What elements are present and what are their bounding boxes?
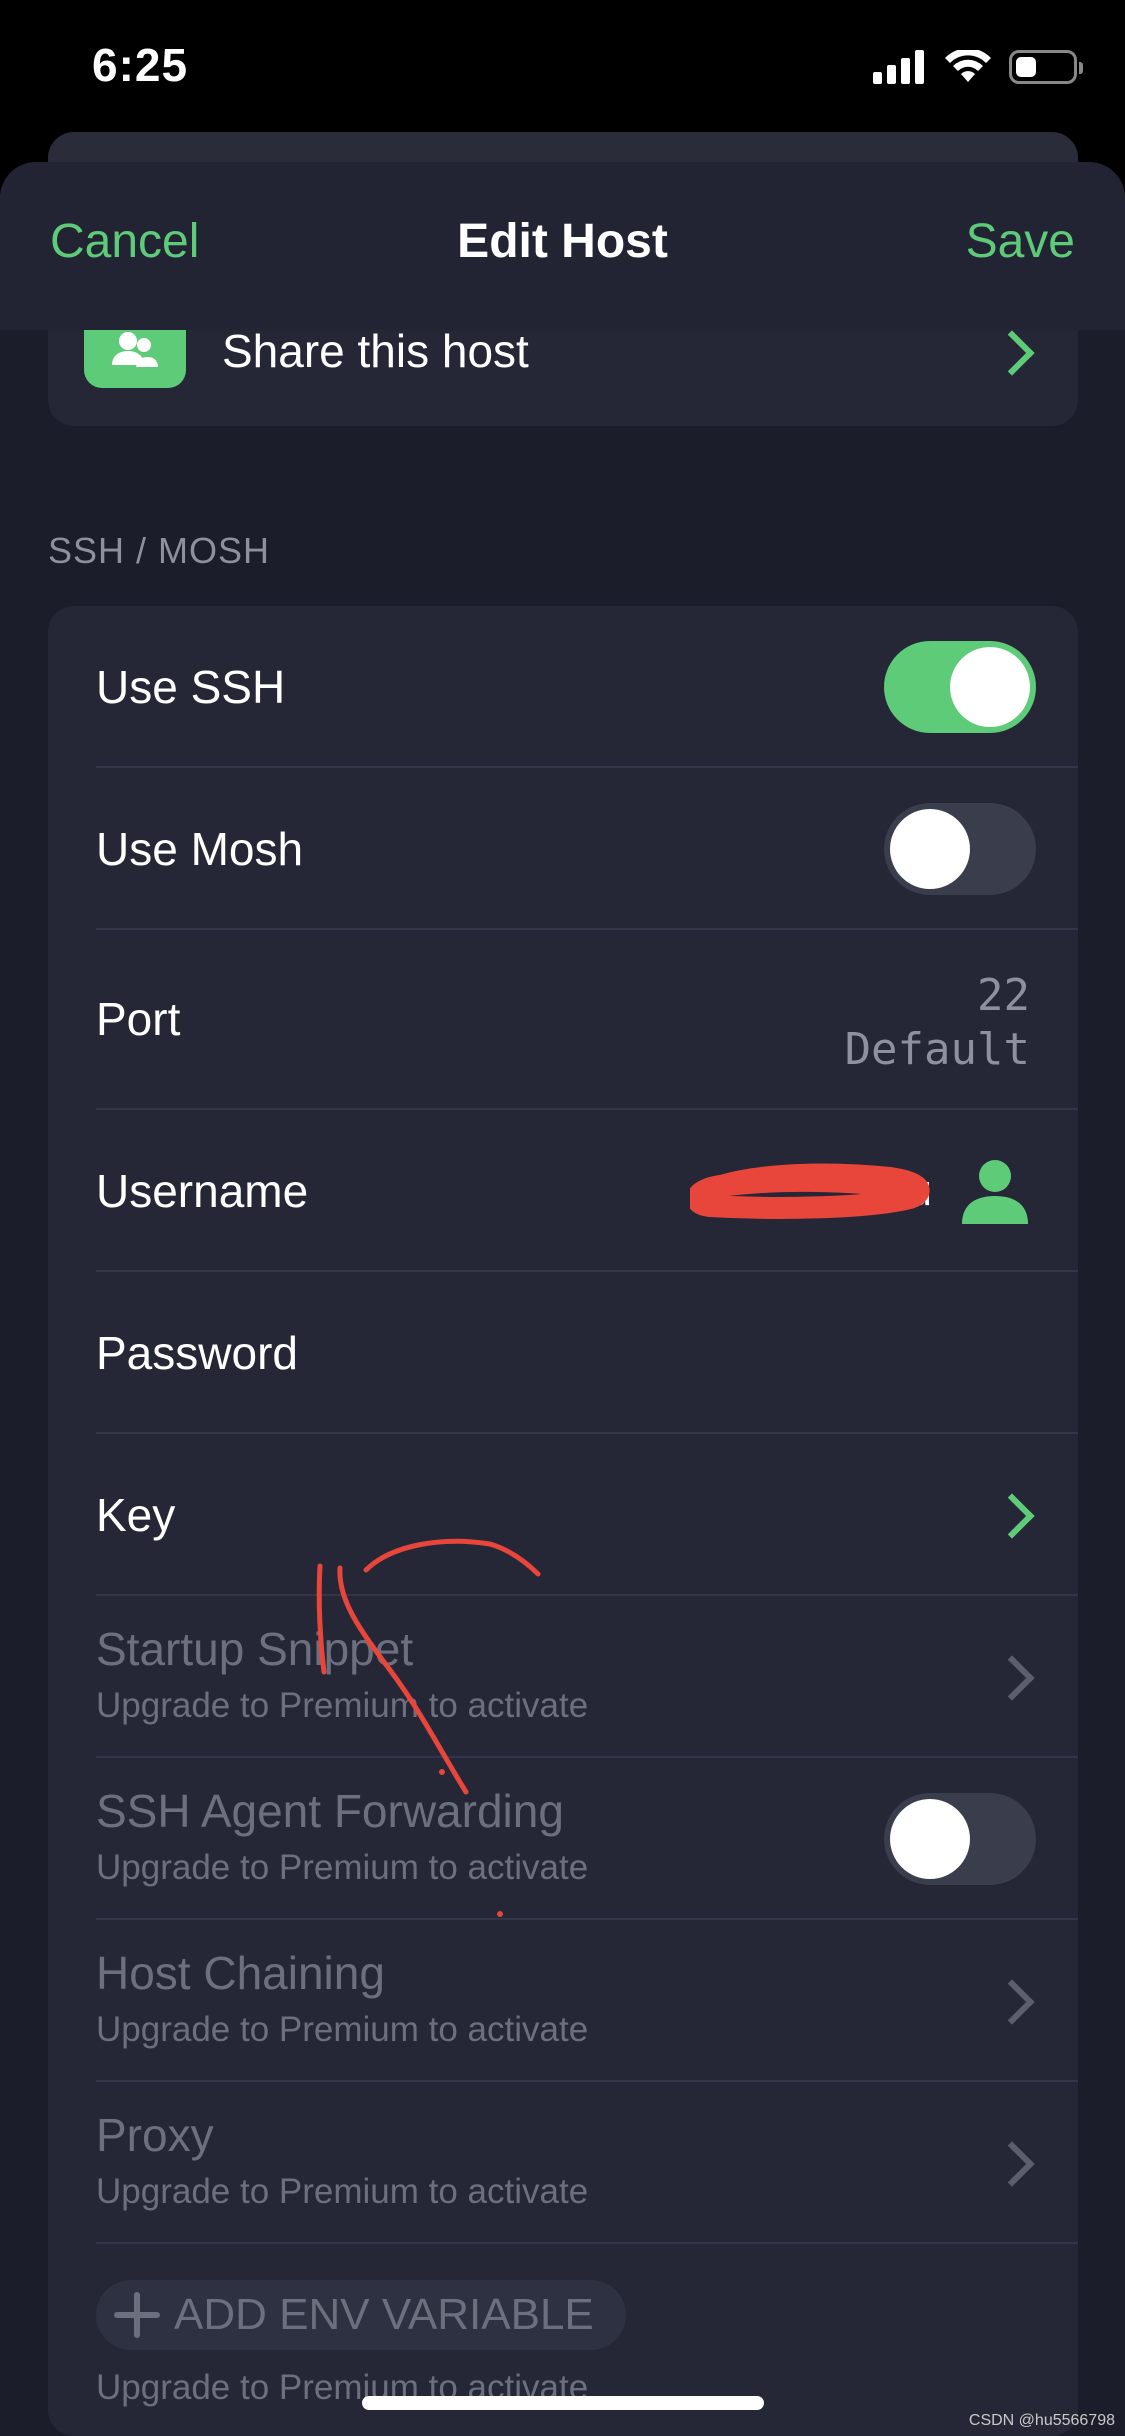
host-chaining-row[interactable]: Host Chaining Upgrade to Premium to acti…: [48, 1920, 1078, 2082]
username-label: Username: [96, 1165, 309, 1217]
premium-note: Upgrade to Premium to activate: [96, 2172, 589, 2211]
premium-note: Upgrade to Premium to activate: [96, 2010, 589, 2049]
port-value[interactable]: 22: [977, 970, 1030, 1021]
use-ssh-row: Use SSH: [48, 606, 1078, 768]
chevron-right-icon: [989, 1655, 1035, 1701]
annotation-scribble: [316, 1538, 541, 1917]
use-mosh-toggle[interactable]: [884, 803, 1036, 895]
home-indicator[interactable]: [362, 2396, 764, 2410]
save-button[interactable]: Save: [966, 214, 1075, 269]
key-label: Key: [96, 1489, 176, 1541]
use-mosh-row: Use Mosh: [48, 768, 1078, 930]
use-mosh-label: Use Mosh: [96, 823, 304, 875]
host-chaining-label: Host Chaining: [96, 1947, 385, 1999]
clock: 6:25: [92, 39, 189, 91]
plus-icon: [112, 2290, 162, 2340]
navigation-bar: Cancel Edit Host Save: [0, 162, 1125, 330]
chevron-right-icon: [989, 2141, 1035, 2187]
add-env-variable-label: ADD ENV VARIABLE: [174, 2290, 594, 2339]
battery-icon: [1009, 50, 1083, 84]
port-label: Port: [96, 993, 181, 1045]
password-row[interactable]: Password: [48, 1272, 1078, 1434]
proxy-row[interactable]: Proxy Upgrade to Premium to activate: [48, 2082, 1078, 2244]
section-header-ssh-mosh: SSH / MOSH: [48, 530, 271, 571]
toggle-knob: [890, 1799, 970, 1879]
agent-forwarding-toggle[interactable]: [884, 1793, 1036, 1885]
chevron-right-icon: [989, 1493, 1035, 1539]
proxy-label: Proxy: [96, 2109, 214, 2161]
share-host-row[interactable]: Share this host: [48, 314, 1078, 426]
toggle-knob: [890, 809, 970, 889]
password-label: Password: [96, 1327, 298, 1379]
page-title: Edit Host: [457, 215, 668, 268]
wifi-icon: [945, 50, 991, 82]
edit-host-sheet: Share this host Cancel Edit Host Save SS…: [0, 162, 1125, 2436]
use-ssh-toggle[interactable]: [884, 641, 1036, 733]
battery-level: [1016, 57, 1036, 77]
port-row[interactable]: Port 22 Default: [48, 930, 1078, 1110]
toggle-knob: [950, 647, 1030, 727]
use-ssh-label: Use SSH: [96, 661, 286, 713]
status-bar: 6:25: [0, 0, 1125, 140]
status-icons: [873, 50, 1083, 84]
chevron-right-icon: [989, 1979, 1035, 2025]
person-icon[interactable]: [960, 1156, 1030, 1226]
watermark: CSDN @hu5566798: [968, 2412, 1115, 2429]
redaction-scribble: [690, 1163, 930, 1219]
port-default-hint: Default: [844, 1024, 1030, 1075]
add-env-variable-button[interactable]: ADD ENV VARIABLE: [96, 2280, 626, 2350]
chevron-right-icon: [989, 330, 1035, 376]
cellular-signal-icon: [873, 50, 924, 84]
